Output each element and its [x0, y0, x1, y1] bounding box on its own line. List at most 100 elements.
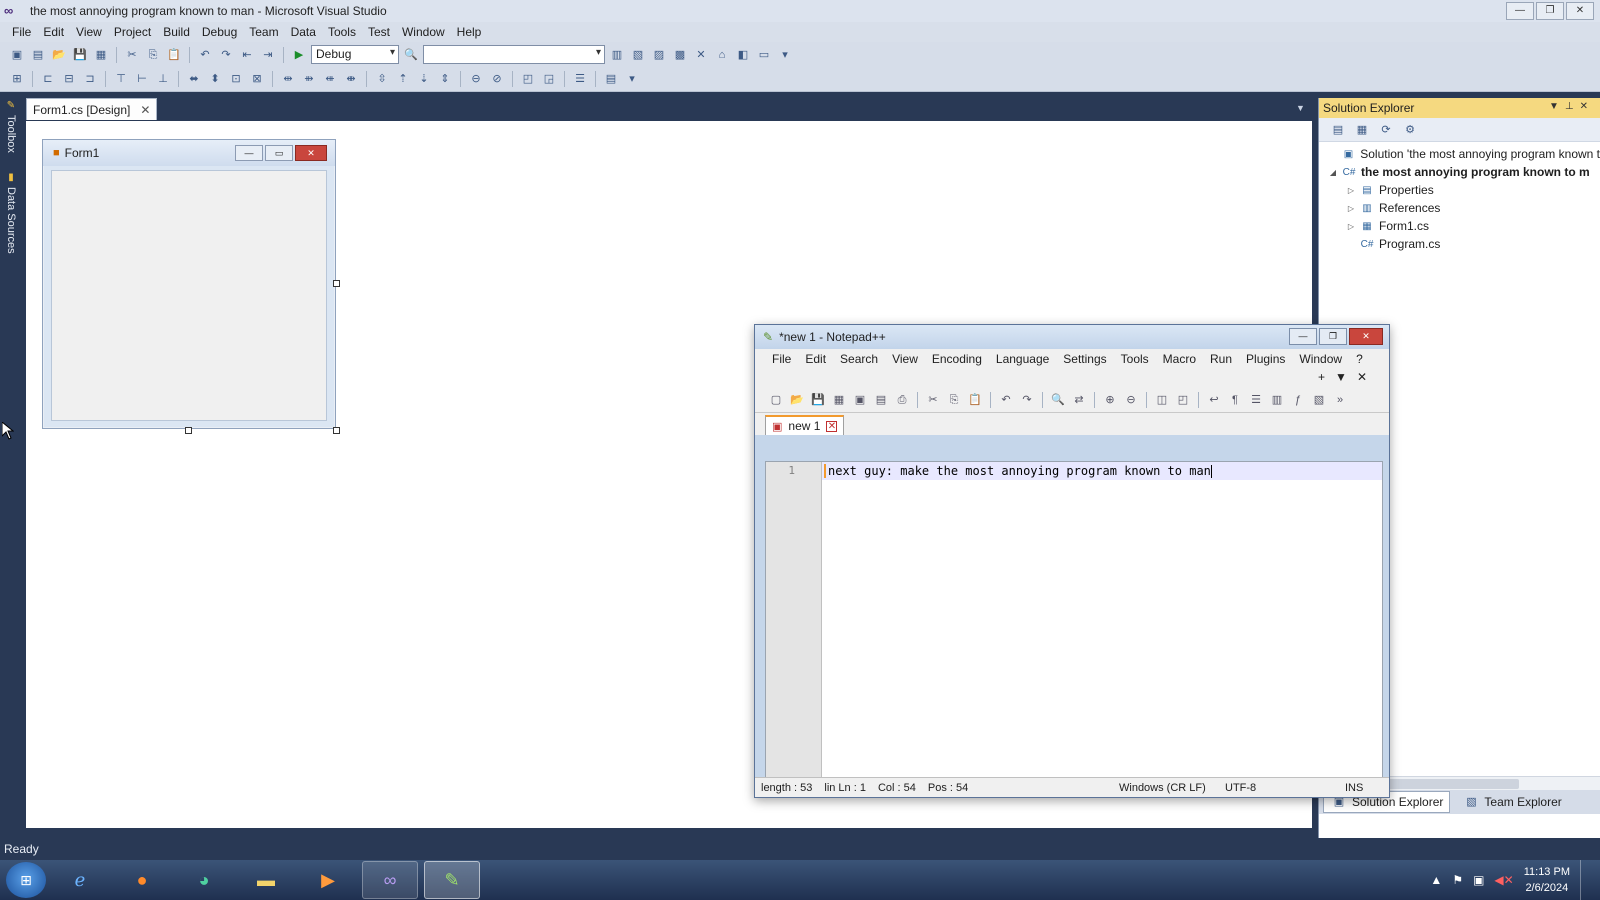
notepad-menu-plugins[interactable]: Plugins: [1239, 352, 1292, 366]
vs-menu-tools[interactable]: Tools: [322, 25, 362, 39]
tab-team-explorer[interactable]: ▧ Team Explorer: [1456, 792, 1567, 812]
print-icon[interactable]: ⎙: [893, 392, 911, 408]
close-tab-icon[interactable]: ✕: [140, 103, 150, 117]
open-file-icon[interactable]: 📂: [50, 47, 68, 63]
resize-handle-right[interactable]: [333, 280, 340, 287]
close-doc-icon[interactable]: ✕: [1357, 370, 1377, 384]
toolbox-tab[interactable]: ✎ Toolbox: [3, 100, 19, 153]
cut-icon[interactable]: ✂: [924, 392, 942, 408]
save-icon[interactable]: 💾: [71, 47, 89, 63]
vs-minimize-button[interactable]: —: [1506, 2, 1534, 20]
copy-icon[interactable]: ⎘: [945, 392, 963, 408]
vs-restore-button[interactable]: ❐: [1536, 2, 1564, 20]
zoom-in-icon[interactable]: ⊕: [1101, 392, 1119, 408]
notepad-plus-plus-task-icon[interactable]: ✎: [424, 861, 480, 899]
document-map-icon[interactable]: ▥: [1268, 392, 1286, 408]
close-icon[interactable]: ▣: [851, 392, 869, 408]
vertical-spacing-equal-icon[interactable]: ⇳: [373, 71, 391, 87]
redo-icon[interactable]: ↷: [217, 47, 235, 63]
paste-icon[interactable]: 📋: [966, 392, 984, 408]
panel-dropdown-icon[interactable]: ▼: [1549, 101, 1565, 112]
horizontal-spacing-increase-icon[interactable]: ⇻: [300, 71, 318, 87]
tab-order-icon[interactable]: ☰: [571, 71, 589, 87]
tree-item-solution[interactable]: ▣ Solution 'the most annoying program kn…: [1319, 145, 1600, 163]
start-debugging-icon[interactable]: ▶: [290, 47, 308, 63]
taskbar-clock[interactable]: 11:13 PM 2/6/2024: [1524, 864, 1570, 896]
properties-window-icon[interactable]: ▧: [629, 47, 647, 63]
collapse-arrow-icon[interactable]: ◢: [1327, 168, 1339, 177]
vs-menu-window[interactable]: Window: [396, 25, 451, 39]
notepad-menu-settings[interactable]: Settings: [1056, 352, 1113, 366]
solution-explorer-icon[interactable]: ▥: [608, 47, 626, 63]
file-explorer-icon[interactable]: ▬: [238, 861, 294, 899]
find-in-files-icon[interactable]: 🔍: [402, 47, 420, 63]
notepad-menu-tools[interactable]: Tools: [1114, 352, 1156, 366]
sync-vertical-icon[interactable]: ◫: [1153, 392, 1171, 408]
horizontal-spacing-remove-icon[interactable]: ⇼: [342, 71, 360, 87]
vs-menu-help[interactable]: Help: [451, 25, 488, 39]
notepad-menu-help[interactable]: ?: [1349, 352, 1370, 366]
vs-menu-team[interactable]: Team: [243, 25, 284, 39]
paste-icon[interactable]: 📋: [165, 47, 183, 63]
chat-app-icon[interactable]: ◕: [176, 861, 232, 899]
tab-dropdown-icon[interactable]: ▼: [1296, 103, 1305, 113]
refresh-icon[interactable]: ⟳: [1377, 122, 1395, 138]
vs-menu-view[interactable]: View: [70, 25, 108, 39]
close-tab-icon[interactable]: ✕: [826, 420, 838, 432]
panel-close-icon[interactable]: ✕: [1580, 101, 1594, 112]
make-same-size-icon[interactable]: ⊡: [227, 71, 245, 87]
find-combo[interactable]: [423, 45, 605, 64]
new-file-icon[interactable]: ▢: [767, 392, 785, 408]
size-to-grid-icon[interactable]: ⊠: [248, 71, 266, 87]
vs-menu-debug[interactable]: Debug: [196, 25, 243, 39]
copy-icon[interactable]: ⎘: [144, 47, 162, 63]
align-middles-icon[interactable]: ⊢: [133, 71, 151, 87]
tree-item-program[interactable]: C# Program.cs: [1319, 235, 1600, 253]
lock-controls-icon[interactable]: ▤: [602, 71, 620, 87]
data-sources-tab[interactable]: ▮ Data Sources: [3, 172, 19, 254]
undo-icon[interactable]: ↶: [997, 392, 1015, 408]
align-to-grid-icon[interactable]: ⊞: [8, 71, 26, 87]
notepad-menu-encoding[interactable]: Encoding: [925, 352, 989, 366]
vertical-spacing-decrease-icon[interactable]: ⇣: [415, 71, 433, 87]
form1-client-area[interactable]: [51, 170, 327, 421]
toolbar-overflow-icon[interactable]: ▾: [776, 47, 794, 63]
solution-configuration-combo[interactable]: Debug: [311, 45, 399, 64]
notepad-close-button[interactable]: ✕: [1349, 328, 1383, 345]
send-to-back-icon[interactable]: ◲: [540, 71, 558, 87]
form1-designer-window[interactable]: ■ Form1 — ▭ ✕: [42, 139, 336, 429]
editor-line-1[interactable]: next guy: make the most annoying program…: [824, 464, 1212, 478]
undo-icon[interactable]: ↶: [196, 47, 214, 63]
align-rights-icon[interactable]: ⊐: [81, 71, 99, 87]
notepad-menu-search[interactable]: Search: [833, 352, 885, 366]
object-browser-icon[interactable]: ▨: [650, 47, 668, 63]
toolbar-overflow-icon[interactable]: »: [1331, 392, 1349, 408]
expand-arrow-icon[interactable]: ▷: [1345, 222, 1357, 231]
toolbar-overflow-icon[interactable]: ▾: [623, 71, 641, 87]
expand-arrow-icon[interactable]: ▷: [1345, 204, 1357, 213]
notepad-menu-window[interactable]: Window: [1292, 352, 1349, 366]
notepad-menu-edit[interactable]: Edit: [798, 352, 833, 366]
notepad-menu-view[interactable]: View: [885, 352, 925, 366]
make-same-width-icon[interactable]: ⬌: [185, 71, 203, 87]
new-doc-icon[interactable]: +: [1318, 370, 1335, 384]
vs-menu-project[interactable]: Project: [108, 25, 157, 39]
redo-icon[interactable]: ↷: [1018, 392, 1036, 408]
notepad-editor[interactable]: 1 next guy: make the most annoying progr…: [765, 461, 1383, 783]
properties-icon[interactable]: ▤: [1329, 122, 1347, 138]
function-list-icon[interactable]: ƒ: [1289, 392, 1307, 408]
folder-as-workspace-icon[interactable]: ▧: [1310, 392, 1328, 408]
action-center-flag-icon[interactable]: ⚑: [1452, 873, 1463, 887]
doc-list-icon[interactable]: ▼: [1335, 370, 1357, 384]
vs-menu-edit[interactable]: Edit: [37, 25, 70, 39]
vs-menu-file[interactable]: File: [6, 25, 37, 39]
navigate-backward-icon[interactable]: ⇤: [238, 47, 256, 63]
tools-icon[interactable]: ✕: [692, 47, 710, 63]
vertical-spacing-increase-icon[interactable]: ⇡: [394, 71, 412, 87]
media-player-icon[interactable]: ▶: [300, 861, 356, 899]
extension-manager-icon[interactable]: ◧: [734, 47, 752, 63]
align-tops-icon[interactable]: ⊤: [112, 71, 130, 87]
pin-icon[interactable]: ⊥: [1565, 101, 1580, 112]
vs-menu-build[interactable]: Build: [157, 25, 196, 39]
save-all-icon[interactable]: ▦: [830, 392, 848, 408]
